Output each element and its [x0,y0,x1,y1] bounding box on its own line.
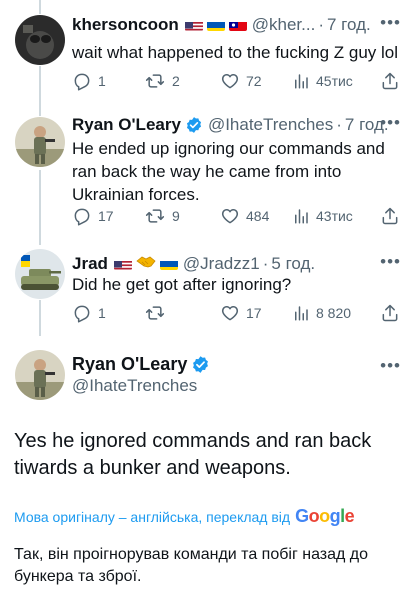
views-icon [295,306,308,321]
user-name[interactable]: khersoncoon [72,15,179,35]
reply-button[interactable]: 17 [72,206,144,226]
like-count: 72 [246,73,262,89]
views-button[interactable]: 45тис [292,72,380,90]
translation-label: Мова оригіналу – англійська, переклад ві… [14,508,291,525]
avatar[interactable] [15,117,65,167]
tweet-actions: 1 2 72 45тис [72,70,401,92]
user-handle[interactable]: @IhateTrenches [208,115,333,135]
more-icon[interactable]: ••• [380,356,401,376]
share-icon [382,304,398,322]
like-button[interactable]: 72 [220,71,292,91]
share-button[interactable] [380,71,400,91]
share-button[interactable] [380,303,400,323]
tweet-header: Ryan O'Leary @IhateTrenches · 7 год. [72,113,403,137]
retweet-button[interactable]: 2 [144,71,220,91]
verified-icon [185,116,203,134]
retweet-button[interactable]: 9 [144,206,220,226]
more-icon[interactable]: ••• [380,113,401,133]
timestamp[interactable]: 7 год. [327,15,371,35]
translation-notice[interactable]: Мова оригіналу – англійська, переклад ві… [14,506,355,527]
views-button[interactable]: 43тис [292,207,380,225]
taiwan-flag-icon [228,19,247,31]
ukraine-flag-icon [206,19,225,31]
ukraine-flag-icon [159,258,178,270]
thread-line [39,170,41,245]
user-handle[interactable]: @IhateTrenches [72,376,197,396]
views-count: 45тис [316,73,353,89]
thread-line [39,66,41,116]
thread-line [39,0,41,14]
reply-count: 17 [98,208,114,224]
name-emoji-flags [184,19,247,31]
reply-icon [74,305,90,323]
reply-button[interactable]: 1 [72,303,144,323]
share-icon [382,207,398,225]
views-count: 8 820 [316,305,352,321]
retweet-button[interactable] [144,303,220,323]
name-emoji-flags [113,254,178,274]
translated-text: Так, він проігнорував команди та побіг н… [14,546,369,585]
usa-flag-icon [184,19,203,31]
user-handle[interactable]: @Jradzz1 [183,254,260,274]
reply-button[interactable]: 1 [72,71,144,91]
retweet-icon [145,306,165,320]
verified-icon [191,355,210,374]
user-name[interactable]: Jrad [72,254,108,274]
more-icon[interactable]: ••• [380,252,401,272]
share-button[interactable] [380,206,400,226]
like-button[interactable]: 17 [220,303,292,323]
like-icon [221,74,239,89]
avatar[interactable] [15,249,65,299]
thread-line [39,300,41,336]
reply-count: 1 [98,305,106,321]
tweet-text: wait what happened to the fucking Z guy … [72,43,399,62]
like-icon [221,209,239,224]
retweet-icon [145,209,165,223]
like-button[interactable]: 484 [220,206,292,226]
timestamp[interactable]: 5 год. [271,254,315,274]
more-icon[interactable]: ••• [380,13,401,33]
reply-count: 1 [98,73,106,89]
reply-icon [74,73,90,91]
tweet-text: He ended up ignoring our commands and ra… [72,139,385,204]
retweet-count: 9 [172,208,180,224]
tweet-header: khersoncoon @kher... · 7 год. [72,13,403,37]
views-icon [295,209,308,224]
separator-dot: · [262,254,269,273]
google-logo: Google [295,506,355,526]
avatar[interactable] [15,15,65,65]
separator-dot: · [318,15,324,34]
like-icon [221,306,239,321]
tweet-actions: 17 9 484 43тис [72,205,401,227]
like-count: 17 [246,305,262,321]
tweet-actions: 1 17 8 820 [72,302,401,324]
share-icon [382,72,398,90]
usa-flag-icon [113,258,132,270]
user-name[interactable]: Ryan O'Leary [72,115,181,135]
separator-dot: · [336,115,342,134]
views-count: 43тис [316,208,353,224]
retweet-count: 2 [172,73,180,89]
handshake-icon [136,254,156,274]
views-button[interactable]: 8 820 [292,304,380,322]
like-count: 484 [246,208,270,224]
tweet-text: Yes he ignored commands and ran back tiw… [14,430,372,479]
main-user-name-row: Ryan O'Leary [72,354,210,375]
user-handle[interactable]: @kher... [252,15,316,35]
avatar[interactable] [15,350,65,400]
views-icon [295,74,308,89]
reply-icon [74,208,90,226]
retweet-icon [145,74,165,88]
tweet-text: Did he get got after ignoring? [72,275,292,294]
user-name[interactable]: Ryan O'Leary [72,354,187,375]
